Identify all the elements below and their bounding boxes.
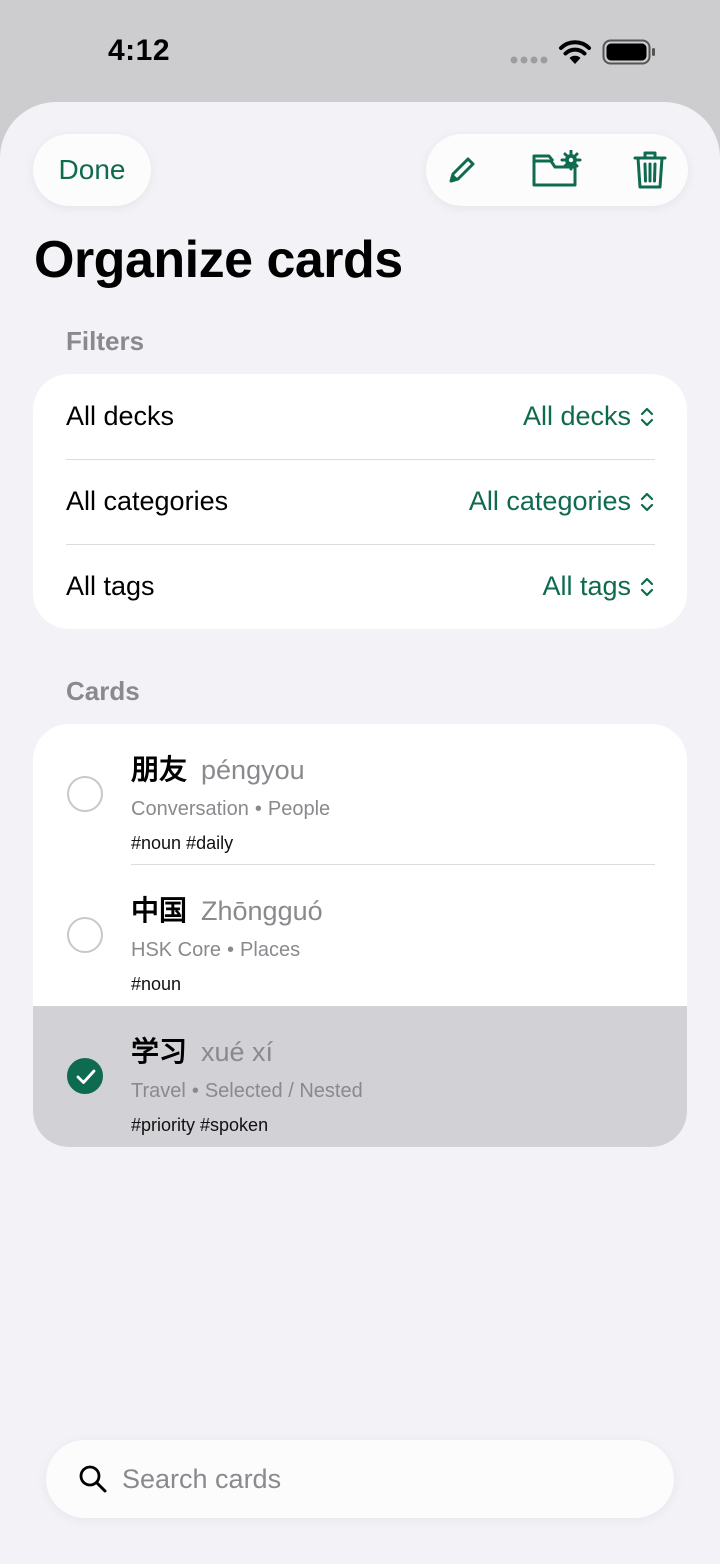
page-title: Organize cards	[34, 231, 403, 289]
chevron-up-down-icon	[640, 577, 654, 596]
edit-button[interactable]	[426, 134, 498, 206]
cellular-signal-icon	[510, 56, 548, 64]
filter-value-text: All decks	[522, 401, 631, 431]
checkmark-icon	[76, 1069, 96, 1084]
trash-icon	[633, 151, 667, 189]
organize-sheet: Done Organize cards Filters All decks Al…	[0, 102, 720, 1564]
list-item[interactable]: 学习 xué xí Travel • Selected / Nested #prior…	[33, 1006, 687, 1147]
done-button[interactable]: Done	[33, 134, 151, 206]
card-category: Selected / Nested	[204, 1080, 363, 1102]
status-time: 4:12	[108, 34, 171, 67]
filter-row-categories[interactable]: All categories All categories	[33, 459, 687, 544]
filters-group: All decks All decks All categories All c…	[33, 374, 687, 629]
chevron-up-down-icon	[640, 407, 654, 426]
move-to-folder-button[interactable]	[521, 134, 593, 206]
battery-icon	[602, 39, 655, 65]
category-picker[interactable]: All categories	[469, 486, 655, 517]
card-deck: Conversation	[131, 798, 249, 820]
search-icon	[79, 1465, 107, 1493]
folder-gear-icon	[532, 150, 582, 187]
card-meta: HSK Core • Places	[131, 939, 301, 961]
card-pinyin: Zhōngguó	[201, 896, 323, 926]
status-bar: 4:12	[0, 0, 720, 100]
card-content: 中国 Zhōngguó HSK Core • Places #noun	[131, 889, 323, 995]
card-tags: #noun #daily	[131, 833, 234, 853]
filter-label: All tags	[66, 571, 155, 601]
list-item[interactable]: 中国 Zhōngguó HSK Core • Places #noun	[33, 865, 687, 1006]
selection-radio[interactable]	[67, 776, 103, 812]
card-hanzi: 朋友	[131, 753, 188, 786]
card-tags: #noun	[131, 974, 182, 994]
card-category: People	[267, 798, 331, 820]
card-category: Places	[240, 939, 301, 961]
selection-radio[interactable]	[67, 1058, 103, 1094]
tag-picker[interactable]: All tags	[542, 571, 655, 602]
cards-section-title: Cards	[66, 676, 140, 706]
card-meta: Conversation • People	[131, 798, 331, 820]
cards-list: 朋友 péngyou Conversation • People #noun #dai…	[33, 724, 687, 1147]
card-tags: #priority #spoken	[131, 1115, 269, 1135]
card-hanzi: 中国	[131, 894, 188, 927]
card-deck: HSK Core	[131, 939, 222, 961]
card-content: 朋友 péngyou Conversation • People #noun #dai…	[131, 748, 330, 854]
card-hanzi: 学习	[131, 1035, 188, 1068]
filter-value-text: All categories	[468, 486, 631, 516]
wifi-icon	[559, 40, 591, 64]
chevron-up-down-icon	[640, 492, 654, 511]
search-input[interactable]	[122, 1440, 642, 1518]
card-meta: Travel • Selected / Nested	[131, 1080, 363, 1102]
search-bar	[46, 1440, 674, 1518]
card-deck: Travel	[131, 1080, 186, 1102]
filter-row-tags[interactable]: All tags All tags	[33, 544, 687, 629]
filter-row-decks[interactable]: All decks All decks	[33, 374, 687, 459]
selection-radio[interactable]	[67, 917, 103, 953]
filter-label: All decks	[66, 401, 175, 431]
card-content: 学习 xué xí Travel • Selected / Nested #prior…	[131, 1030, 363, 1136]
filters-section-title: Filters	[66, 326, 145, 356]
filter-label: All categories	[66, 486, 229, 516]
filter-value-text: All tags	[542, 571, 631, 601]
toolbar-actions	[426, 134, 688, 206]
card-pinyin: péngyou	[201, 755, 305, 785]
deck-picker[interactable]: All decks	[523, 401, 655, 432]
delete-button[interactable]	[614, 134, 686, 206]
pencil-icon	[449, 157, 475, 183]
list-item[interactable]: 朋友 péngyou Conversation • People #noun #dai…	[33, 724, 687, 865]
card-pinyin: xué xí	[201, 1037, 274, 1067]
